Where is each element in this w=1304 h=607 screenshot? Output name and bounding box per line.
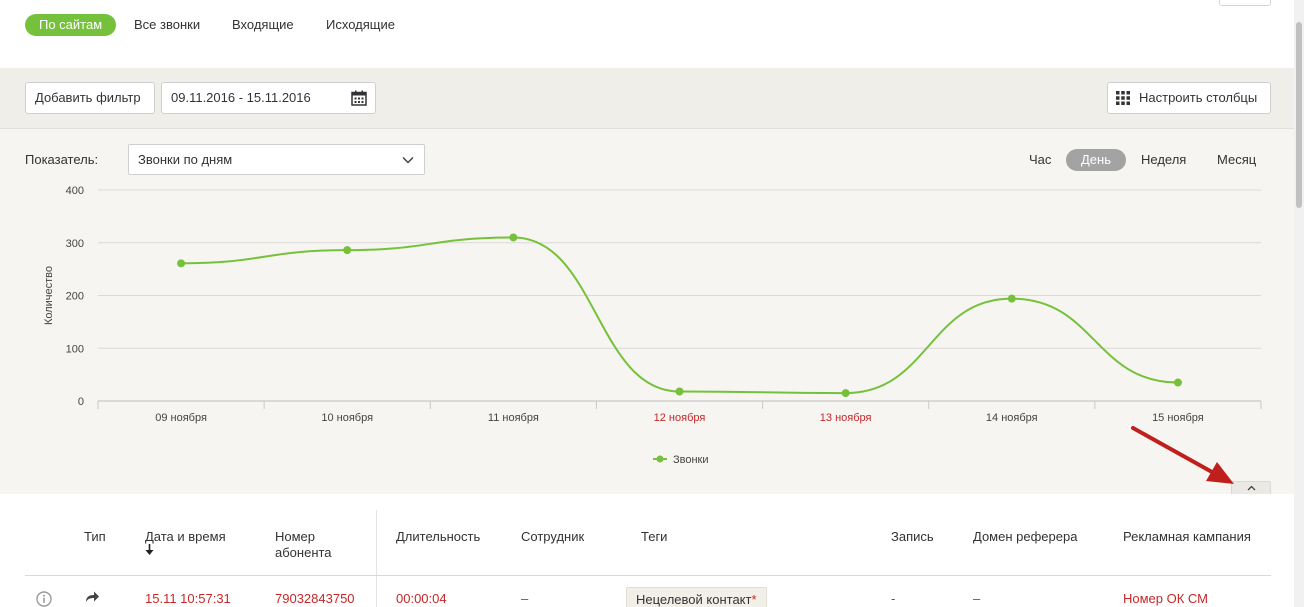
tab-by-sites[interactable]: По сайтам [25, 14, 117, 36]
configure-columns-button[interactable]: Настроить столбцы [1107, 82, 1271, 114]
y-tick-label: 200 [66, 291, 84, 303]
x-tick-label: 13 ноября [820, 412, 872, 424]
header-employee[interactable]: Сотрудник [521, 529, 584, 545]
column-divider [376, 510, 377, 607]
header-divider [25, 575, 1271, 576]
x-tick-label: 12 ноября [654, 412, 706, 424]
x-tick-label: 14 ноября [986, 412, 1038, 424]
metric-select[interactable]: Звонки по дням [128, 144, 425, 175]
tab-all-calls[interactable]: Все звонки [134, 14, 200, 36]
tabs-bar: По сайтам Все звонки Входящие Исходящие [0, 0, 1294, 68]
x-tick-label: 10 ноября [321, 412, 373, 424]
line-chart: 0 100 200 300 400 09 ноября 10 ноября 11 ноября… [43, 185, 1262, 466]
chart-panel: 0 100 200 300 400 09 ноября 10 ноября 11 ноября… [0, 128, 1294, 495]
page-scrollbar[interactable] [1294, 0, 1304, 607]
grid-icon [1116, 91, 1130, 105]
legend-label: Звонки [673, 454, 709, 466]
chevron-up-icon [1247, 485, 1256, 491]
x-tick-label: 09 ноября [155, 412, 207, 424]
row-tag[interactable]: Нецелевой контакт* [626, 587, 767, 607]
series-line-0 [181, 236, 1178, 395]
add-filter-button[interactable]: Добавить фильтр [25, 82, 155, 114]
header-referrer[interactable]: Домен реферера [973, 529, 1077, 545]
data-point [1173, 378, 1182, 387]
row-duration[interactable]: 00:00:04 [396, 591, 447, 607]
data-point [343, 246, 352, 255]
row-datetime[interactable]: 15.11 10:57:31 [145, 591, 231, 607]
date-range-field[interactable]: 09.11.2016 - 15.11.2016 [161, 82, 376, 114]
sort-down-icon[interactable] [145, 544, 154, 555]
header-number[interactable]: Номер абонента [275, 529, 332, 561]
tab-incoming[interactable]: Входящие [232, 14, 294, 36]
header-recording[interactable]: Запись [891, 529, 934, 545]
header-campaign[interactable]: Рекламная кампания [1123, 529, 1251, 545]
header-duration[interactable]: Длительность [396, 529, 480, 545]
date-range-value: 09.11.2016 - 15.11.2016 [171, 90, 311, 105]
calls-table: Тип Дата и время Номер абонента Длительн… [0, 494, 1294, 607]
tab-outgoing[interactable]: Исходящие [326, 14, 395, 36]
y-tick-label: 300 [66, 238, 84, 250]
row-campaign[interactable]: Номер ОК СМ [1123, 591, 1208, 607]
data-point [675, 387, 684, 396]
row-recording: - [891, 591, 896, 606]
period-day[interactable]: День [1066, 149, 1126, 171]
top-right-box[interactable] [1219, 0, 1271, 6]
row-employee: – [521, 591, 529, 606]
chevron-down-icon [402, 156, 414, 164]
row-tag-mark: * [751, 592, 757, 607]
filter-bar: Добавить фильтр 09.11.2016 - 15.11.2016 … [0, 68, 1294, 128]
period-hour[interactable]: Час [1029, 149, 1051, 171]
header-number-line1: Номер [275, 529, 316, 544]
period-month[interactable]: Месяц [1217, 149, 1256, 171]
legend-marker [656, 455, 664, 463]
metric-label: Показатель: [25, 152, 99, 167]
data-point [509, 233, 518, 242]
header-number-line2: абонента [275, 545, 332, 560]
calendar-icon[interactable] [351, 90, 367, 106]
period-week[interactable]: Неделя [1141, 149, 1186, 171]
header-type[interactable]: Тип [84, 529, 106, 545]
header-tags[interactable]: Теги [641, 529, 667, 545]
row-number[interactable]: 79032843750 [275, 591, 355, 607]
data-point [177, 259, 186, 268]
data-point [1007, 294, 1016, 303]
data-point [841, 389, 850, 398]
row-referrer: – [973, 591, 981, 606]
forward-arrow-icon [86, 591, 99, 602]
x-tick-label: 11 ноября [488, 412, 539, 424]
configure-columns-label: Настроить столбцы [1139, 90, 1258, 105]
info-icon[interactable] [36, 591, 52, 607]
x-tick-label: 15 ноября [1152, 412, 1204, 424]
y-tick-label: 0 [78, 396, 84, 408]
row-tag-label: Нецелевой контакт [636, 592, 752, 607]
y-axis-label: Количество [43, 266, 55, 325]
y-tick-label: 100 [66, 343, 84, 355]
y-tick-label: 400 [66, 185, 84, 197]
scrollbar-thumb[interactable] [1296, 22, 1302, 208]
collapse-chart-button[interactable] [1231, 481, 1271, 495]
header-datetime[interactable]: Дата и время [145, 529, 226, 545]
metric-select-value: Звонки по дням [138, 152, 233, 167]
